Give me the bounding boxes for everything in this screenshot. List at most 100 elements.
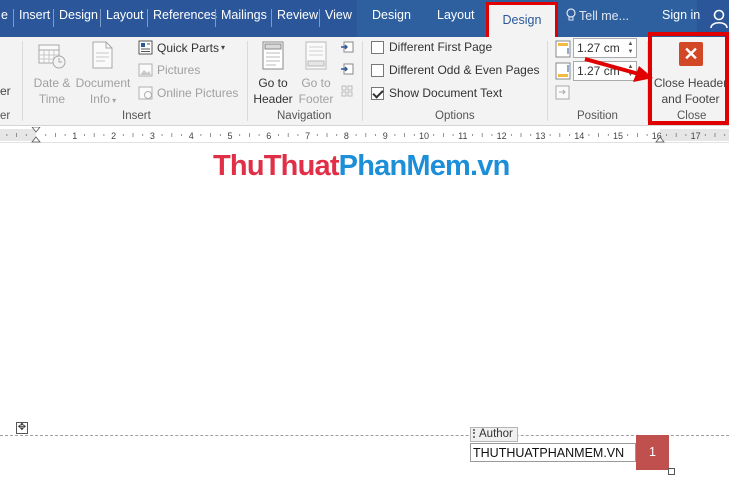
document-info-label-2: Info ▾ (89, 92, 117, 106)
different-odd-even-checkbox[interactable]: Different Odd & Even Pages (371, 63, 540, 77)
lightbulb-icon (566, 8, 576, 21)
ruler-number: 5 (227, 131, 232, 141)
online-pictures-button[interactable]: Online Pictures (138, 86, 238, 100)
header-position-icon (555, 40, 571, 58)
options-group-label: Options (435, 110, 475, 122)
show-document-text-checkbox[interactable]: Show Document Text (371, 86, 502, 100)
ruler-number: 17 (691, 131, 701, 141)
author-content-control-tag[interactable]: Author (470, 427, 518, 442)
insert-group-label: Insert (122, 110, 151, 122)
ruler-margin-left (0, 129, 36, 141)
go-to-header-button[interactable]: Go to Header (253, 75, 293, 107)
ruler-scale: 11234567891011121314151617 (0, 127, 729, 143)
checkbox-box[interactable] (371, 40, 384, 54)
tab-references[interactable]: References (153, 8, 217, 22)
calendar-clock-icon (38, 44, 66, 69)
go-to-footer-label-1: Go to (301, 76, 331, 90)
author-field[interactable]: THUTHUATPHANMEM.VN (470, 443, 636, 462)
different-first-page-label: Different First Page (389, 40, 493, 54)
watermark-logo: ThuThuatPhanMem.vn (213, 150, 510, 183)
move-handle-icon[interactable]: ✥ (16, 422, 28, 434)
go-to-footer-label-2: Footer (298, 92, 334, 106)
go-to-header-label-1: Go to (258, 76, 288, 90)
group-separator (22, 41, 23, 121)
navigation-group-label: Navigation (277, 110, 332, 122)
ruler-number: 2 (111, 131, 116, 141)
quick-parts-button[interactable]: Quick Parts ▾ (138, 40, 225, 55)
ruler-number: 3 (150, 131, 155, 141)
watermark-part-3: .vn (470, 150, 510, 182)
navigation-arrow-icon[interactable] (340, 62, 354, 76)
navigation-arrow-icon[interactable] (340, 84, 354, 98)
tab-header-footer-design[interactable]: Design (486, 2, 558, 40)
go-to-header-label-2: Header (253, 92, 293, 106)
tab-separator (13, 9, 14, 27)
ruler-number: 8 (344, 131, 349, 141)
header-from-top-value: 1.27 cm (577, 41, 620, 55)
watermark-part-2: PhanMem (338, 150, 471, 182)
position-group-label: Position (577, 110, 618, 122)
tab-review[interactable]: Review (277, 8, 318, 22)
different-first-page-checkbox[interactable]: Different First Page (371, 40, 492, 54)
date-time-button[interactable]: Date & Time (32, 75, 72, 107)
ruler-number: 7 (305, 131, 310, 141)
page-number-badge: 1 (636, 435, 669, 470)
annotation-arrow (584, 57, 653, 82)
footer-position-icon (555, 62, 571, 80)
navigation-arrow-icon[interactable] (340, 40, 354, 54)
tab-separator (53, 9, 54, 27)
go-to-footer-button[interactable]: Go to Footer (296, 75, 336, 107)
ruler-number: 6 (266, 131, 271, 141)
tab-mailings[interactable]: Mailings (221, 8, 267, 22)
tab-layout[interactable]: Layout (106, 8, 144, 22)
author-tag-label: Author (479, 428, 513, 440)
grip-icon (473, 429, 477, 438)
online-pictures-label: Online Pictures (157, 86, 239, 100)
ruler-number: 15 (613, 131, 623, 141)
tab-separator (147, 9, 148, 27)
header-footer-button-partial[interactable]: er (0, 83, 11, 99)
quick-parts-icon (138, 40, 153, 55)
tell-me-box[interactable]: Tell me... (566, 8, 629, 23)
tab-file[interactable]: e (1, 8, 8, 22)
pictures-label: Pictures (157, 63, 201, 77)
tab-ctx-layout[interactable]: Layout (437, 8, 475, 22)
pictures-button[interactable]: Pictures (138, 63, 200, 77)
document-info-label-1: Document (75, 76, 131, 90)
tab-view[interactable]: View (325, 8, 352, 22)
tab-separator (319, 9, 320, 27)
ribbon-tab-bar: e Insert Design Layout References Mailin… (0, 0, 729, 40)
ruler-number: 14 (574, 131, 584, 141)
tab-insert[interactable]: Insert (19, 8, 50, 22)
ruler-number: 13 (535, 131, 545, 141)
date-time-label-1: Date & (33, 76, 71, 90)
group-separator (247, 41, 248, 121)
horizontal-ruler[interactable]: 11234567891011121314151617 (0, 127, 729, 143)
document-info-button[interactable]: Document Info ▾ (74, 75, 132, 109)
different-odd-even-label: Different Odd & Even Pages (389, 63, 540, 77)
go-to-header-icon (262, 41, 284, 70)
sign-in-link[interactable]: Sign in (662, 8, 700, 22)
ruler-number: 12 (497, 131, 507, 141)
tab-ctx-design[interactable]: Design (372, 8, 411, 22)
resize-handle[interactable] (668, 468, 675, 475)
date-time-label-2: Time (38, 92, 66, 106)
checkbox-box[interactable] (371, 86, 384, 100)
ruler-number: 1 (72, 131, 77, 141)
tab-separator (271, 9, 272, 27)
tell-me-text: Tell me... (579, 9, 630, 23)
footer-boundary-line (0, 435, 729, 436)
checkbox-box[interactable] (371, 63, 384, 77)
tab-separator (100, 9, 101, 27)
tab-design[interactable]: Design (59, 8, 98, 22)
alignment-tab-icon[interactable] (555, 85, 570, 100)
header-footer-group-label: er (0, 110, 11, 122)
group-separator (547, 41, 548, 121)
person-icon[interactable] (710, 8, 729, 30)
document-info-icon (92, 41, 113, 69)
go-to-footer-icon (305, 41, 327, 70)
group-separator (362, 41, 363, 121)
ruler-number: 11 (458, 131, 467, 141)
highlight-box (648, 32, 729, 125)
ruler-number: 9 (383, 131, 388, 141)
